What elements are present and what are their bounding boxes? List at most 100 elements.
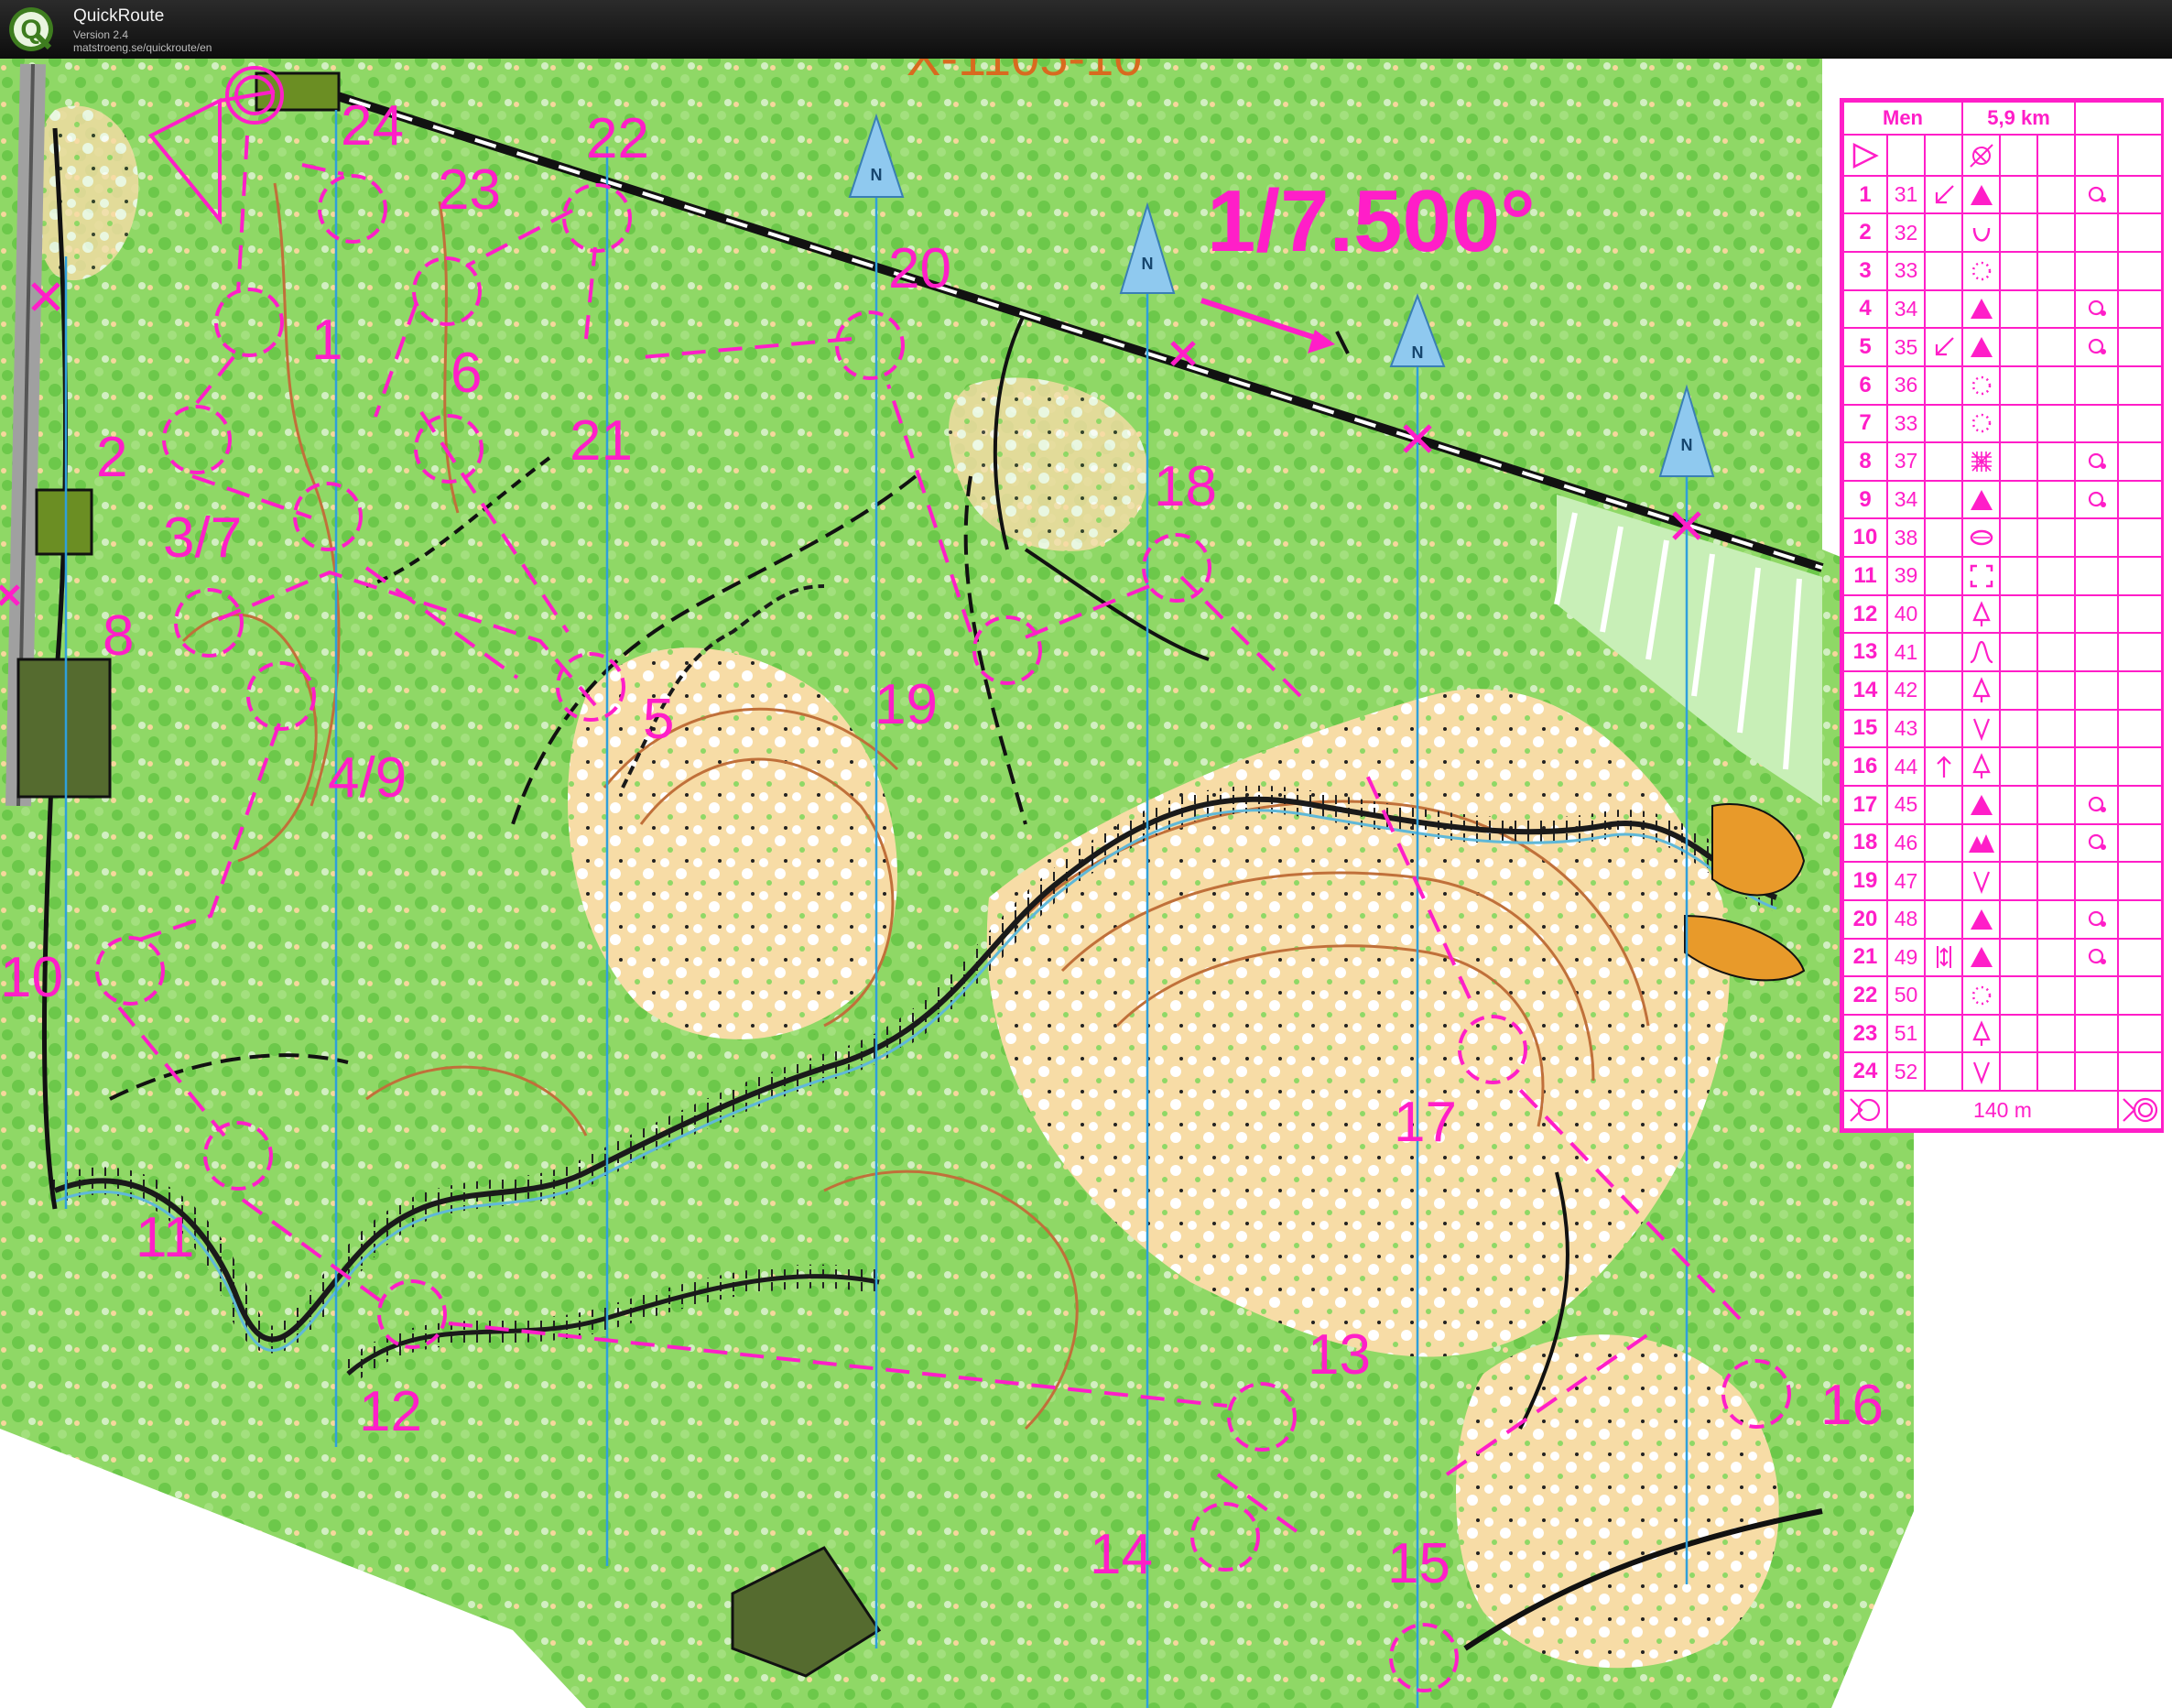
appearance-column [1999,364,2039,406]
other-column [2117,937,2164,978]
appearance-column [1999,593,2039,635]
feature-column [1961,784,2002,825]
triangle-filled-icon [1970,908,1993,930]
map-title: X-1105-10 [907,59,1142,86]
control-code: 31 [1886,174,1926,215]
course-length: 5,9 km [1961,100,2077,136]
control-label: 13 [1308,1323,1371,1387]
spur-arch-icon [1970,641,1993,664]
appearance-column [1999,822,2039,864]
description-row: 9 34 [1842,479,2164,520]
control-number: 19 [1842,861,1888,901]
other-column [2117,861,2164,901]
appearance-column [1999,327,2039,367]
location-column [2074,937,2120,978]
location-column [2074,1051,2120,1093]
control-label: 22 [586,107,649,170]
appearance-column [1999,1013,2039,1054]
dimension-column [2036,212,2077,253]
between-lines-icon [1936,946,1951,969]
control-code: 47 [1886,861,1926,901]
location-column [2074,250,2120,291]
control-number: 24 [1842,1051,1888,1093]
control-code: 37 [1886,441,1926,482]
knoll-circle-icon [2088,338,2106,355]
other-column [2117,479,2164,520]
tree-open-icon [1971,753,1991,779]
description-row: 7 33 [1842,403,2164,444]
location-column [2074,327,2120,367]
control-number: 8 [1842,441,1888,482]
double-triangle-icon [1968,834,1994,854]
control-number: 11 [1842,556,1888,596]
description-row: 19 47 [1842,861,2164,901]
title-bar: Q QuickRoute Version 2.4 matstroeng.se/q… [0,0,2172,59]
arrow-down-left-icon [1935,337,1954,356]
control-number: 15 [1842,708,1888,749]
direction-column [1923,212,1964,253]
dimension-column [2036,708,2077,749]
location-column [2074,746,2120,787]
dimension-column [2036,1051,2077,1093]
control-description-sheet: Men 5,9 km 1 31 2 32 3 33 4 34 5 35 6 36 7 33 8 37 9 34 10… [1840,98,2164,1133]
dimension-column [2036,364,2077,406]
description-row: 10 38 [1842,517,2164,559]
other-column [2117,746,2164,787]
appearance-column [1999,708,2039,749]
control-code: 46 [1886,822,1926,864]
feature-column [1961,288,2002,330]
control-number: 7 [1842,403,1888,444]
other-column [2117,822,2164,864]
feature-column [1961,174,2002,215]
location-column [2074,822,2120,864]
control-description-table: Men 5,9 km 1 31 2 32 3 33 4 34 5 35 6 36 7 33 8 37 9 34 10… [1841,100,2164,1130]
dimension-column [2036,898,2077,940]
control-code: 34 [1886,288,1926,330]
other-column [2117,784,2164,825]
description-row: 18 46 [1842,822,2164,864]
app-title: QuickRoute [73,6,165,26]
feature-column [1961,403,2002,444]
control-number: 14 [1842,670,1888,711]
v-shape-icon [1972,1061,1990,1085]
feature-column [1961,517,2002,559]
control-number: 22 [1842,975,1888,1016]
location-column [2074,556,2120,596]
tree-open-icon [1971,677,1991,702]
control-number: 16 [1842,746,1888,787]
control-label: 18 [1154,455,1217,518]
feature-column [1961,212,2002,253]
knoll-circle-icon [2088,949,2106,965]
description-row: 3 33 [1842,250,2164,291]
control-number: 10 [1842,517,1888,559]
control-number: 23 [1842,1013,1888,1054]
appearance-column [1999,784,2039,825]
control-number: 5 [1842,327,1888,367]
finish-end-icon [2117,1090,2164,1130]
other-column [2117,670,2164,711]
appearance-column [1999,861,2039,901]
crossing-symbol-icon [1961,134,2002,177]
location-column [2074,441,2120,482]
location-column [2074,479,2120,520]
app-url[interactable]: matstroeng.se/quickroute/en [73,41,212,54]
location-column [2074,632,2120,673]
direction-column [1923,364,1964,406]
control-label: 4/9 [328,746,407,810]
control-code: 42 [1886,670,1926,711]
open-land-south [1456,1334,1779,1669]
control-code: 41 [1886,632,1926,673]
control-number: 17 [1842,784,1888,825]
dimension-column [2036,479,2077,520]
control-code: 33 [1886,403,1926,444]
finish-start-icon [1842,1090,1888,1130]
control-label: 20 [888,237,951,300]
control-code: 40 [1886,593,1926,635]
feature-column [1961,250,2002,291]
direction-column [1923,288,1964,330]
other-column [2117,288,2164,330]
location-column [2074,708,2120,749]
description-row: 20 48 [1842,898,2164,940]
description-row: 21 49 [1842,937,2164,978]
other-column [2117,1051,2164,1093]
